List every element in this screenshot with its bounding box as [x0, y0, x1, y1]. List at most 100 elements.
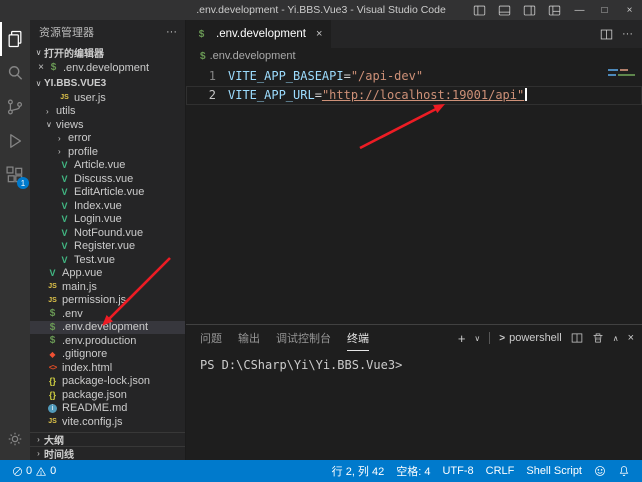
vue-file-icon: V — [58, 201, 71, 211]
toggle-secondary-sidebar-icon[interactable] — [517, 0, 542, 20]
file-tree-item[interactable]: VArticle.vue — [30, 159, 185, 173]
file-name: Discuss.vue — [74, 173, 133, 185]
file-tree-item[interactable]: VApp.vue — [30, 267, 185, 281]
indentation-setting[interactable]: 空格: 4 — [390, 460, 436, 482]
tab-debug-console[interactable]: 调试控制台 — [276, 325, 331, 351]
code-editor[interactable]: 1VITE_APP_BASEAPI="/api-dev" 2VITE_APP_U… — [186, 64, 642, 324]
file-tree-item[interactable]: VRegister.vue — [30, 240, 185, 254]
more-actions-icon[interactable]: ··· — [622, 28, 633, 40]
run-debug-icon[interactable] — [0, 124, 30, 158]
language-mode[interactable]: Shell Script — [520, 460, 588, 482]
code-text: VITE_APP_BASEAPI="/api-dev" — [216, 67, 423, 86]
file-tree-item[interactable]: {}package-lock.json — [30, 375, 185, 389]
close-tab-icon[interactable]: × — [316, 28, 322, 40]
maximize-button[interactable]: □ — [592, 0, 617, 20]
folder-tree-item[interactable]: ›profile — [30, 145, 185, 159]
cursor-position[interactable]: 行 2, 列 42 — [326, 460, 391, 482]
open-editors-header[interactable]: ∨ 打开的编辑器 — [30, 44, 185, 60]
open-editor-item[interactable]: × $ .env.development — [30, 60, 185, 75]
sidebar-more-actions-icon[interactable]: ··· — [166, 26, 185, 38]
file-name: .gitignore — [62, 348, 107, 360]
settings-gear-icon[interactable] — [0, 422, 30, 456]
terminal-content[interactable]: PS D:\CSharp\Yi\Yi.BBS.Vue3> — [186, 351, 642, 460]
breadcrumb-item[interactable]: .env.development — [210, 50, 296, 62]
chevron-down-icon[interactable]: ∨ — [474, 334, 480, 343]
file-tree-item[interactable]: $.env — [30, 307, 185, 321]
tab-terminal[interactable]: 终端 — [347, 325, 369, 351]
text-cursor — [525, 88, 527, 101]
file-name: main.js — [62, 281, 97, 293]
file-tree-item[interactable]: VDiscuss.vue — [30, 172, 185, 186]
close-panel-icon[interactable]: × — [628, 332, 634, 344]
search-icon[interactable] — [0, 56, 30, 90]
file-tree-item[interactable]: iREADME.md — [30, 402, 185, 416]
file-tree-item[interactable]: JSuser.js — [30, 91, 185, 105]
timeline-section-header[interactable]: › 时间线 — [30, 446, 185, 460]
file-tree-item[interactable]: VEditArticle.vue — [30, 186, 185, 200]
folder-tree-item[interactable]: ∨views — [30, 118, 185, 132]
file-name: NotFound.vue — [74, 227, 143, 239]
close-window-button[interactable]: × — [617, 0, 642, 20]
file-tree-item[interactable]: <>index.html — [30, 361, 185, 375]
vue-file-icon: V — [58, 174, 71, 184]
folder-tree-item[interactable]: ›error — [30, 132, 185, 146]
toggle-panel-icon[interactable] — [492, 0, 517, 20]
file-tree-item[interactable]: {}package.json — [30, 388, 185, 402]
eol-setting[interactable]: CRLF — [480, 460, 521, 482]
editor-actions: ··· — [600, 20, 642, 48]
file-tree-item[interactable]: JSvite.config.js — [30, 415, 185, 429]
file-tree-item-selected[interactable]: $.env.development — [30, 321, 185, 335]
outline-section-header[interactable]: › 大纲 — [30, 432, 185, 446]
maximize-panel-icon[interactable]: ∧ — [613, 334, 619, 343]
terminal-profile-dropdown[interactable]: >powershell — [499, 332, 561, 344]
folder-tree-item[interactable]: ›utils — [30, 105, 185, 119]
workspace-header[interactable]: ∨ YI.BBS.VUE3 — [30, 75, 185, 91]
feedback-smiley-icon[interactable] — [588, 460, 612, 482]
file-tree-item[interactable]: VTest.vue — [30, 253, 185, 267]
split-editor-icon[interactable] — [600, 28, 613, 41]
code-line-current: 2VITE_APP_URL="http://localhost:19001/ap… — [186, 86, 642, 105]
file-tree-item[interactable]: JSpermission.js — [30, 294, 185, 308]
file-tree-item[interactable]: JSmain.js — [30, 280, 185, 294]
customize-layout-icon[interactable] — [542, 0, 567, 20]
new-terminal-icon[interactable]: + — [458, 331, 466, 346]
terminal-prompt-line: PS D:\CSharp\Yi\Yi.BBS.Vue3> — [200, 358, 402, 372]
tab-output[interactable]: 输出 — [238, 325, 260, 351]
shellscript-file-icon: $ — [200, 51, 206, 62]
breadcrumb[interactable]: $ .env.development — [186, 48, 642, 64]
file-tree-item[interactable]: ◆.gitignore — [30, 348, 185, 362]
explorer-icon[interactable] — [0, 22, 30, 56]
editor-group: $ .env.development × ··· $ .env.developm… — [186, 20, 642, 460]
workspace-name: YI.BBS.VUE3 — [44, 78, 106, 89]
file-tree-item[interactable]: VNotFound.vue — [30, 226, 185, 240]
code-text: VITE_APP_URL="http://localhost:19001/api… — [216, 86, 527, 105]
source-control-icon[interactable] — [0, 90, 30, 124]
chevron-down-icon: ∨ — [46, 120, 56, 129]
minimize-button[interactable]: — — [567, 0, 592, 20]
kill-terminal-icon[interactable] — [592, 332, 604, 344]
encoding-setting[interactable]: UTF-8 — [436, 460, 479, 482]
tab-problems[interactable]: 问题 — [200, 325, 222, 351]
title-bar: .env.development - Yi.BBS.Vue3 - Visual … — [0, 0, 642, 20]
chevron-right-icon: › — [33, 435, 44, 444]
line-number: 1 — [186, 67, 216, 86]
extensions-icon[interactable]: 1 — [0, 158, 30, 192]
warning-count: 0 — [50, 465, 56, 477]
tab-env-development[interactable]: $ .env.development × — [186, 20, 331, 48]
minimap[interactable] — [608, 69, 635, 76]
notifications-bell-icon[interactable] — [612, 460, 636, 482]
problems-indicator[interactable]: 0 0 — [6, 460, 62, 482]
chevron-down-icon: ∨ — [33, 48, 44, 57]
file-tree-item[interactable]: VLogin.vue — [30, 213, 185, 227]
toggle-sidebar-icon[interactable] — [467, 0, 492, 20]
file-name: README.md — [62, 402, 127, 414]
split-terminal-icon[interactable] — [571, 332, 583, 344]
json-file-icon: {} — [46, 376, 59, 386]
vue-file-icon: V — [58, 255, 71, 265]
file-name: .env.development — [62, 321, 148, 333]
close-editor-icon[interactable]: × — [35, 62, 47, 73]
vue-file-icon: V — [46, 268, 59, 278]
file-tree-item[interactable]: VIndex.vue — [30, 199, 185, 213]
chevron-right-icon: › — [33, 449, 44, 458]
file-tree-item[interactable]: $.env.production — [30, 334, 185, 348]
